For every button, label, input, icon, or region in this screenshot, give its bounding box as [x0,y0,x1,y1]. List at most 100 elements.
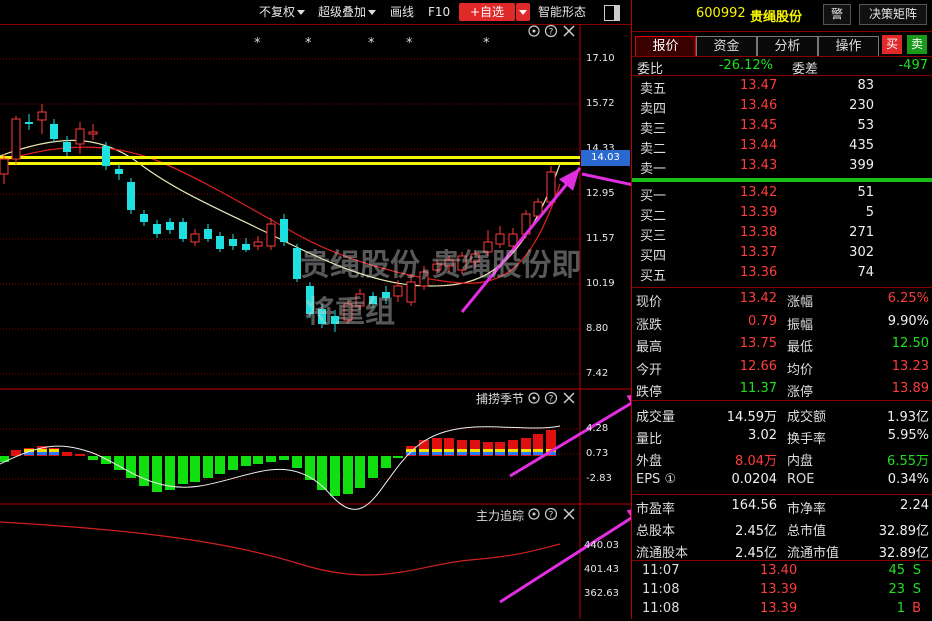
overlay-dropdown[interactable]: 超级叠加 [318,3,377,21]
quote-value: 6.25% [887,291,929,306]
ask-price: 13.43 [740,158,778,173]
watchlist-dropdown-button[interactable] [516,3,530,21]
indicator1-axis-label: 0.73 [586,448,609,459]
stat-label: 换手率 [787,432,827,447]
bid-volume: 5 [865,205,874,220]
quote-value: 13.23 [891,358,929,374]
tab-analysis[interactable]: 分析 [757,36,818,57]
settings-icon[interactable] [528,392,540,404]
svg-text:?: ? [549,395,554,405]
ask-volume: 83 [857,78,874,93]
decision-matrix-button[interactable]: 决策矩阵 [859,4,927,25]
settings-icon[interactable] [528,508,540,520]
candle-body [179,222,187,239]
indicator1-marker [470,449,480,452]
smart-pattern-button[interactable]: 智能形态 [538,3,586,21]
watermark-line1: 贵绳股份,贵绳股份即 [300,248,582,283]
overlay-label: 超级叠加 [318,5,367,19]
fundamental-row: 流通股本 2.45亿 流通市值 32.89亿 [632,540,932,561]
indicator1-marker [521,452,531,455]
indicator1-bar [241,456,251,466]
candle-body [37,111,47,121]
close-icon[interactable] [563,392,575,404]
indicator1-bar [279,456,289,460]
alert-button[interactable]: 警 [823,4,851,25]
indicator1-line [0,425,561,510]
fundamental-label: 流通市值 [787,546,840,561]
stat-value: 3.02 [748,428,777,443]
quote-value: 0.79 [748,313,777,329]
close-icon[interactable] [563,25,575,37]
indicator1-bar [190,456,200,482]
indicator1-marker [457,449,467,452]
tick-price: 13.40 [760,563,798,578]
indicator1-bar [355,456,365,488]
candle-body [0,158,9,175]
rights-adjust-label: 不复权 [259,5,296,19]
star-mark: * [305,36,312,51]
f10-button[interactable]: F10 [428,3,450,21]
indicator2-title: 主力追踪 [476,509,525,523]
tick-volume: 23 [888,582,905,597]
candle-body [204,229,212,239]
bid-volume: 74 [857,265,874,280]
tick-row: 11:08 13.39 1 B [632,600,932,621]
bid-label: 买二 [640,209,667,224]
stat-label: 量比 [636,432,663,447]
stat-value: 0.34% [887,472,929,487]
candle-body [242,244,250,250]
quote-label: 均价 [787,362,814,378]
candle-body [75,128,85,145]
indicator1-marker [457,452,467,455]
fundamental-label: 市净率 [787,502,827,517]
indicator1-marker [419,452,429,455]
help-icon[interactable]: ? [544,507,558,521]
add-watchlist-button[interactable]: +自选 [459,3,515,21]
price-axis-label: 10.19 [586,278,615,289]
fundamental-value: 164.56 [731,498,778,513]
ask-volume: 230 [849,98,874,113]
buy-button[interactable]: 买 [882,35,902,54]
quote-row: 跌停 11.37 涨停 13.89 [632,379,932,400]
ask-row: 卖一 13.43 399 [632,156,932,177]
stat-label: 内盘 [787,454,814,469]
help-icon[interactable]: ? [544,24,558,38]
ask-volume: 399 [849,158,874,173]
bid-label: 买三 [640,229,667,244]
tab-quote[interactable]: 报价 [635,36,696,57]
star-mark: * [368,36,375,51]
indicator1-marker [521,449,531,452]
candle-body [253,241,263,247]
panel-icon-group: ? [528,24,575,38]
close-icon[interactable] [563,508,575,520]
chevron-down-icon [519,10,527,15]
candle-body [166,222,174,230]
tick-side: S [912,563,921,578]
indicator1-marker [419,449,429,452]
rights-adjust-dropdown[interactable]: 不复权 [259,3,306,21]
ask-price: 13.47 [740,78,778,93]
settings-icon[interactable] [528,25,540,37]
indicator1-bar [330,456,340,496]
price-axis-label: 12.95 [586,188,615,199]
price-axis-label: 15.72 [586,98,615,109]
add-watchlist-label: +自选 [469,5,505,19]
quote-row: 今开 12.66 均价 13.23 [632,357,932,378]
indicator1-title: 捕捞季节 [476,392,525,406]
help-icon[interactable]: ? [544,391,558,405]
indicator2-axis-label: 401.43 [584,564,619,575]
draw-line-button[interactable]: 画线 [390,3,414,21]
candle-body [546,171,556,203]
tab-funds[interactable]: 资金 [696,36,757,57]
indicator1-bar [0,456,9,462]
ask-price: 13.45 [740,118,778,133]
tab-operation[interactable]: 操作 [818,36,879,57]
chevron-down-icon [297,10,306,15]
stat-value: 14.59万 [726,410,777,425]
resistance-line [0,156,580,159]
tick-row: 11:08 13.39 23 S [632,581,932,602]
price-axis-label: 8.80 [586,323,609,334]
stat-label: 外盘 [636,454,663,469]
sell-button[interactable]: 卖 [907,35,927,54]
sidebar-toggle-icon[interactable] [604,5,620,21]
